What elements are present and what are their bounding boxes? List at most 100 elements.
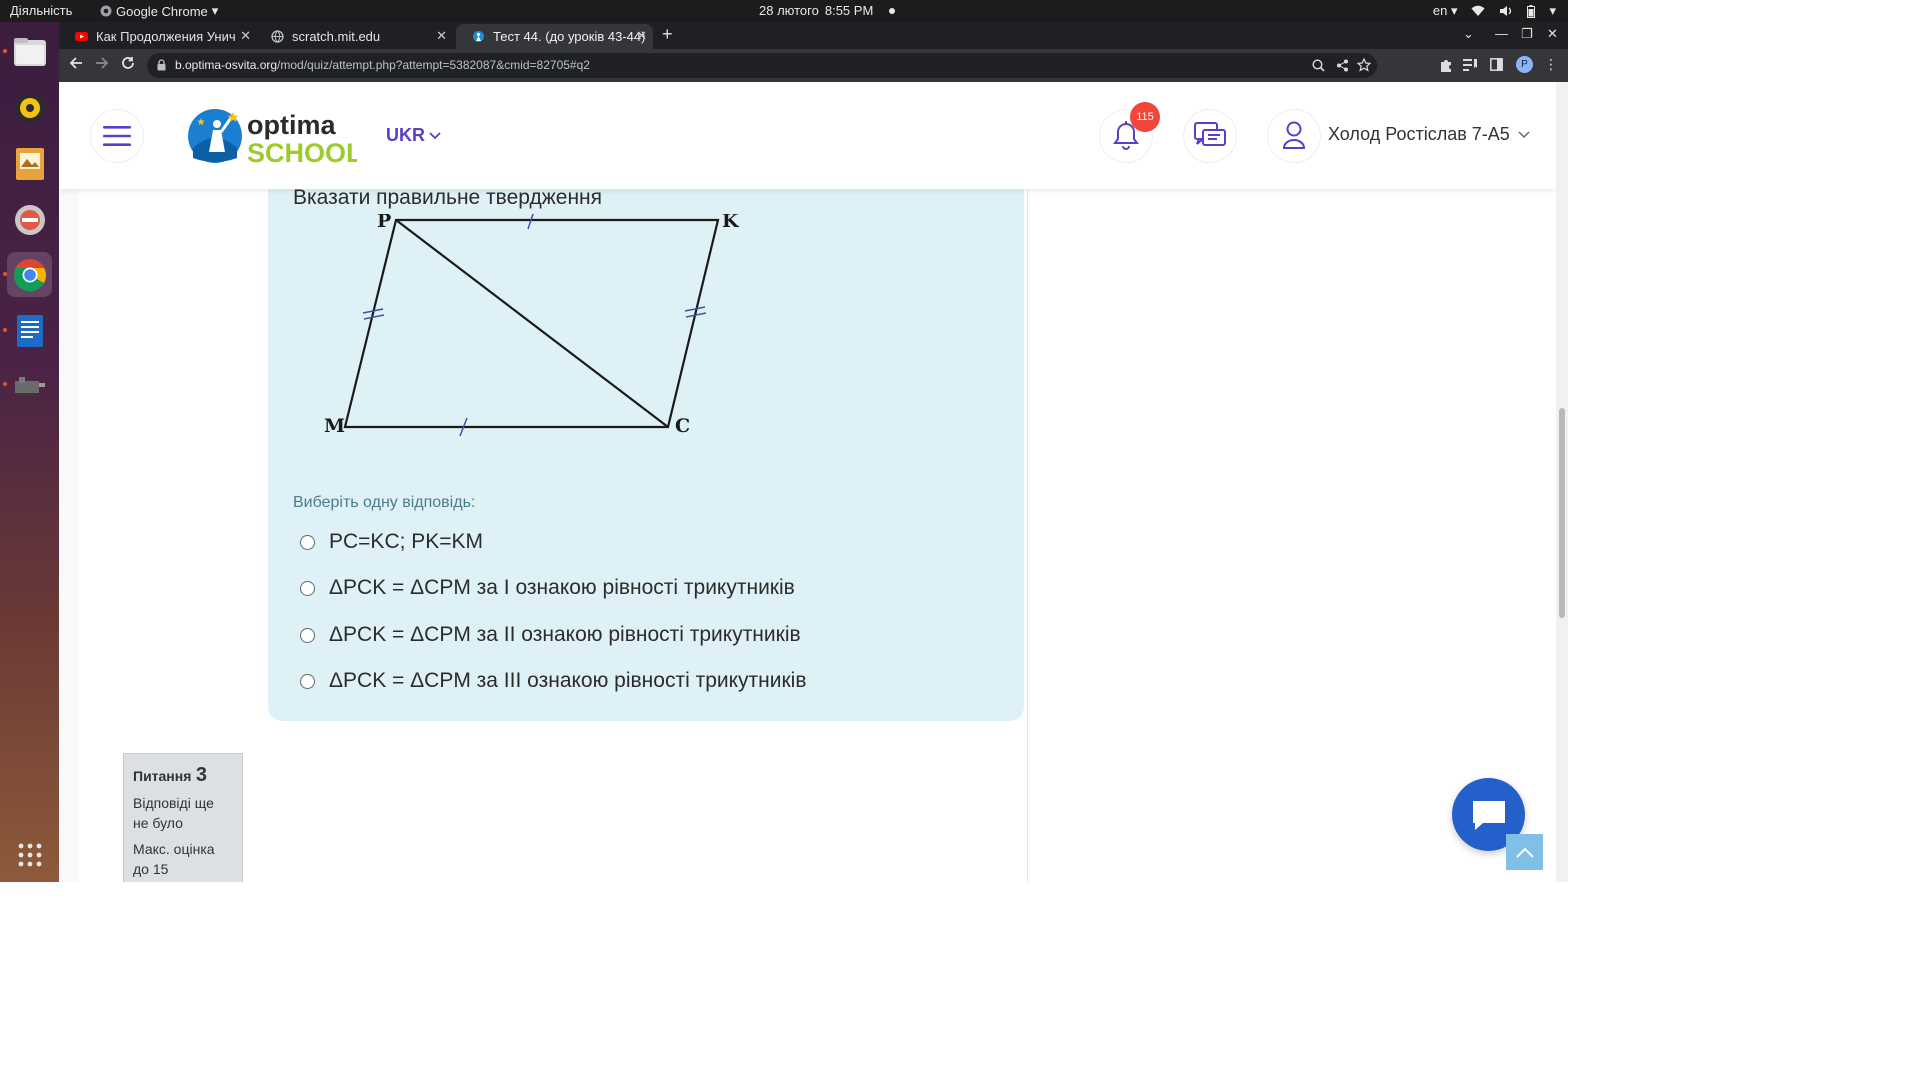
zoom-icon[interactable] xyxy=(1312,59,1325,72)
answer-option-1[interactable]: PC=KC; PK=KM xyxy=(300,530,483,554)
libreoffice-writer-icon[interactable] xyxy=(7,308,52,353)
question-status: Відповіді ще не було xyxy=(133,795,214,831)
language-selector[interactable]: UKR xyxy=(386,125,441,146)
radio-button[interactable] xyxy=(300,534,315,550)
chrome-app-icon[interactable] xyxy=(7,252,52,297)
figure-diagonal xyxy=(395,219,669,428)
address-bar[interactable]: b.optima-osvita.org/mod/quiz/attempt.php… xyxy=(147,53,1377,78)
tab-title: Как Продолжения Унич xyxy=(96,29,236,44)
chrome-small-icon xyxy=(100,5,112,17)
url-text: b.optima-osvita.org/mod/quiz/attempt.php… xyxy=(175,58,590,72)
back-button[interactable] xyxy=(69,56,83,74)
side-panel-icon[interactable] xyxy=(1490,58,1503,71)
bookmark-star-icon[interactable] xyxy=(1357,58,1371,72)
software-updater-icon[interactable] xyxy=(7,197,52,242)
date-text: 28 лютого xyxy=(759,3,819,18)
vertex-label-p: P xyxy=(377,214,391,232)
web-page: Вказати правильне твердження P K M C Виб… xyxy=(59,82,1556,882)
tab-active-quiz[interactable]: Тест 44. (до уроків 43-44) ✕ xyxy=(456,24,653,49)
user-name: Холод Ростіслав 7-А5 xyxy=(1328,124,1510,144)
browser-tab-strip: Как Продолжения Унич ✕ scratch.mit.edu ✕… xyxy=(59,22,1568,49)
language-indicator[interactable]: en ▾ xyxy=(1433,3,1458,19)
back-arrow-icon xyxy=(69,57,82,69)
right-sidebar xyxy=(1027,82,1556,882)
radio-button[interactable] xyxy=(300,627,315,643)
browser-toolbar: b.optima-osvita.org/mod/quiz/attempt.php… xyxy=(59,49,1568,82)
reload-button[interactable] xyxy=(121,56,135,74)
rhythmbox-icon[interactable] xyxy=(7,85,52,130)
answer-option-label: ΔPCK = ΔCPM за І ознакою рівності трикут… xyxy=(329,576,795,599)
app-name: Google Chrome xyxy=(116,3,208,19)
chat-bubbles-icon xyxy=(1194,122,1226,146)
globe-icon xyxy=(271,30,284,43)
clock[interactable]: 28 лютого 8:55 PM xyxy=(759,3,896,18)
close-tab-icon[interactable]: ✕ xyxy=(436,28,447,44)
chevron-down-icon xyxy=(1518,130,1530,138)
question-text: Вказати правильне твердження xyxy=(293,186,603,209)
messages-button[interactable] xyxy=(1183,109,1237,163)
vertex-label-m: M xyxy=(324,415,345,437)
main-content: Вказати правильне твердження P K M C Виб… xyxy=(79,82,1027,882)
question-info-panel: Питання 3 Відповіді ще не було Макс. оці… xyxy=(123,753,243,882)
hamburger-icon xyxy=(103,126,131,146)
profile-avatar[interactable]: P xyxy=(1516,56,1533,73)
logo-word-optima: optima xyxy=(247,110,336,140)
volume-icon xyxy=(1500,6,1512,16)
user-icon xyxy=(1282,121,1306,149)
extensions-puzzle-icon[interactable] xyxy=(1439,58,1453,72)
chevron-down-icon xyxy=(429,131,441,139)
radio-button[interactable] xyxy=(300,673,315,689)
user-avatar-button[interactable] xyxy=(1267,109,1321,163)
minimize-window-button[interactable]: — xyxy=(1495,26,1508,41)
files-app-icon[interactable] xyxy=(7,29,52,74)
scroll-to-top-button[interactable] xyxy=(1506,834,1543,870)
share-icon[interactable] xyxy=(1336,59,1349,72)
answer-option-3[interactable]: ΔPCK = ΔCPM за ІІ ознакою рівності трику… xyxy=(300,623,801,647)
close-tab-icon[interactable]: ✕ xyxy=(636,28,647,44)
answer-option-label: ΔPCK = ΔCPM за ІІІ ознакою рівності трик… xyxy=(329,669,807,692)
chrome-menu-icon[interactable]: ⋮ xyxy=(1544,56,1558,73)
close-tab-icon[interactable]: ✕ xyxy=(240,28,251,44)
user-menu[interactable]: Холод Ростіслав 7-А5 xyxy=(1328,124,1530,145)
youtube-icon xyxy=(75,32,88,41)
tab-youtube[interactable]: Как Продолжения Унич ✕ xyxy=(59,24,257,49)
parallelogram-figure: P K M C xyxy=(324,214,740,437)
optima-icon xyxy=(473,31,484,42)
show-applications-icon[interactable] xyxy=(7,832,52,877)
battery-icon xyxy=(1527,4,1536,18)
reading-list-icon[interactable] xyxy=(1463,59,1477,71)
radio-button[interactable] xyxy=(300,580,315,596)
tick-mark-pk xyxy=(527,214,534,230)
answer-option-label: PC=KC; PK=KM xyxy=(329,530,484,553)
tab-search-icon[interactable]: ⌄ xyxy=(1463,26,1474,42)
tab-scratch[interactable]: scratch.mit.edu ✕ xyxy=(255,24,453,49)
logo-word-school: SCHOOL xyxy=(247,138,357,164)
app-menu[interactable]: Google Chrome ▾ xyxy=(100,3,218,19)
activities-button[interactable]: Діяльність xyxy=(10,3,72,18)
lock-icon xyxy=(157,59,166,71)
reload-icon xyxy=(122,57,134,69)
page-scrollbar[interactable] xyxy=(1556,82,1568,882)
site-header: optima SCHOOL UKR 115 Холод Ростіслав 7-… xyxy=(59,82,1556,189)
notification-count-badge: 115 xyxy=(1130,102,1160,132)
vertex-label-k: K xyxy=(722,214,740,232)
answer-option-2[interactable]: ΔPCK = ΔCPM за І ознакою рівності трикут… xyxy=(300,576,795,600)
image-viewer-icon[interactable] xyxy=(7,141,52,186)
maximize-window-button[interactable]: ❐ xyxy=(1521,26,1533,42)
caret-down-icon: ▾ xyxy=(211,3,219,18)
hamburger-menu-button[interactable] xyxy=(90,109,144,163)
new-tab-button[interactable]: + xyxy=(662,24,673,45)
forward-button[interactable] xyxy=(95,56,109,74)
scrollbar-thumb[interactable] xyxy=(1559,408,1565,618)
notification-dot-icon xyxy=(889,7,896,14)
power-menu-caret-icon[interactable]: ▾ xyxy=(1549,3,1556,19)
system-tray[interactable]: en ▾ ▾ xyxy=(1433,3,1556,19)
wifi-icon xyxy=(1471,5,1485,16)
question-max-grade: Макс. оцінка до 15 xyxy=(133,841,215,877)
vertex-label-c: C xyxy=(675,415,690,437)
close-window-button[interactable]: ✕ xyxy=(1547,26,1558,42)
answer-option-4[interactable]: ΔPCK = ΔCPM за ІІІ ознакою рівності трик… xyxy=(300,669,806,693)
time-text: 8:55 PM xyxy=(824,3,874,18)
optima-school-logo[interactable]: optima SCHOOL xyxy=(187,108,363,168)
screenshot-tool-icon[interactable] xyxy=(7,362,52,407)
